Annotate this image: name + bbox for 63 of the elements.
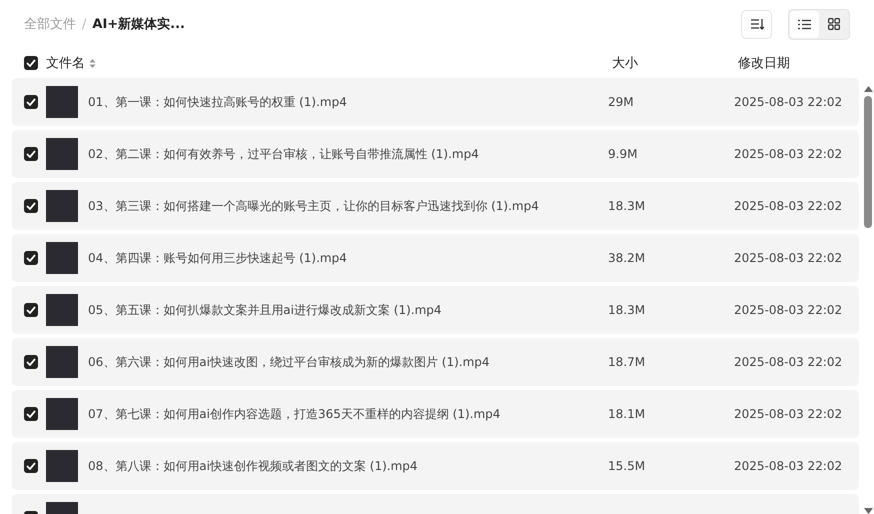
file-row[interactable]: 01、第一课：如何快速拉高账号的权重 (1).mp4 29M 2025-08-03 22:02	[12, 78, 859, 126]
video-thumbnail	[46, 190, 78, 222]
row-checkbox[interactable]	[24, 251, 38, 265]
sort-icon	[750, 18, 764, 30]
file-name: 04、第四课：账号如何用三步快速起号 (1).mp4	[88, 250, 347, 264]
file-name: 03、第三课：如何搭建一个高曝光的账号主页，让你的目标客户迅速找到你 (1).mp4	[88, 198, 539, 212]
modified-date: 2025-08-03 22:02	[734, 303, 842, 317]
file-row[interactable]: 08、第八课：如何用ai快速创作视频或者图文的文案 (1).mp4 15.5M 2025-08-03 22:02	[12, 442, 859, 490]
scroll-down-icon[interactable]	[864, 508, 872, 514]
video-thumbnail	[46, 86, 78, 118]
scroll-up-icon[interactable]	[864, 86, 872, 92]
file-size: 18.1M	[608, 407, 646, 421]
file-row[interactable]: 05、第五课：如何扒爆款文案并且用ai进行爆改成新文案 (1).mp4 18.3M 2025-08-03 22:02	[12, 286, 859, 334]
file-name: 06、第六课：如何用ai快速改图，绕过平台审核成为新的爆款图片 (1).mp4	[88, 354, 490, 368]
modified-date: 2025-08-03 22:02	[734, 459, 842, 473]
file-name: 01、第一课：如何快速拉高账号的权重 (1).mp4	[88, 94, 347, 108]
row-checkbox[interactable]	[24, 303, 38, 317]
modified-date: 2025-08-03 22:02	[734, 355, 842, 369]
column-header[interactable]: 修改日期	[738, 54, 790, 72]
column-header[interactable]: 大小	[612, 54, 638, 72]
file-size: 18.3M	[608, 303, 646, 317]
grid-icon	[828, 18, 840, 30]
file-size: 15.5M	[608, 459, 646, 473]
video-thumbnail	[46, 450, 78, 482]
file-row[interactable]: 02、第二课：如何有效养号，过平台审核，让账号自带推流属性 (1).mp4 9.9M 2025-08-03 22:02	[12, 130, 859, 178]
modified-date: 2025-08-03 22:02	[734, 95, 842, 109]
file-name: 02、第二课：如何有效养号，过平台审核，让账号自带推流属性 (1).mp4	[88, 146, 479, 160]
file-size: 18.3M	[608, 199, 646, 213]
sort-arrows-icon[interactable]	[89, 58, 96, 68]
column-header[interactable]: 文件名	[46, 54, 85, 72]
modified-date: 2025-08-03 22:02	[734, 147, 842, 161]
row-checkbox[interactable]	[24, 95, 38, 109]
file-row[interactable]: 04、第四课：账号如何用三步快速起号 (1).mp4 38.2M 2025-08-03 22:02	[12, 234, 859, 282]
video-thumbnail	[46, 138, 78, 170]
file-size: 38.2M	[608, 251, 646, 265]
file-row[interactable]: 06、第六课：如何用ai快速改图，绕过平台审核成为新的爆款图片 (1).mp4 18.7M 2025-08-03 22:02	[12, 338, 859, 386]
file-name: 05、第五课：如何扒爆款文案并且用ai进行爆改成新文案 (1).mp4	[88, 302, 442, 316]
file-name: 08、第八课：如何用ai快速创作视频或者图文的文案 (1).mp4	[88, 458, 418, 472]
scrollbar-thumb[interactable]	[864, 96, 872, 228]
video-thumbnail	[46, 294, 78, 326]
video-thumbnail	[46, 242, 78, 274]
file-size: 29M	[608, 95, 634, 109]
video-thumbnail	[46, 346, 78, 378]
select-all-checkbox[interactable]	[24, 56, 38, 70]
list-view-button[interactable]	[790, 10, 819, 38]
file-row[interactable]: 07、第七课：如何用ai创作内容选题，打造365天不重样的内容提纲 (1).mp4 18.1M 2025-08-03 22:02	[12, 390, 859, 438]
modified-date: 2025-08-03 22:02	[734, 407, 842, 421]
list-icon	[798, 18, 811, 30]
video-thumbnail	[46, 398, 78, 430]
modified-date: 2025-08-03 22:02	[734, 251, 842, 265]
breadcrumb-separator-icon: /	[82, 16, 86, 32]
row-checkbox[interactable]	[24, 199, 38, 213]
row-checkbox[interactable]	[24, 147, 38, 161]
file-size: 9.9M	[608, 147, 638, 161]
modified-date: 2025-08-03 22:02	[734, 199, 842, 213]
file-size: 18.7M	[608, 355, 646, 369]
file-name: 07、第七课：如何用ai创作内容选题，打造365天不重样的内容提纲 (1).mp4	[88, 406, 500, 420]
row-checkbox[interactable]	[24, 459, 38, 473]
row-checkbox[interactable]	[24, 355, 38, 369]
breadcrumb-item: AI+新媒体实...	[92, 16, 185, 33]
row-checkbox[interactable]	[24, 407, 38, 421]
file-row[interactable]: 03、第三课：如何搭建一个高曝光的账号主页，让你的目标客户迅速找到你 (1).mp4 18.3M 2025-08-03 22:02	[12, 182, 859, 230]
sort-button[interactable]	[741, 10, 772, 38]
